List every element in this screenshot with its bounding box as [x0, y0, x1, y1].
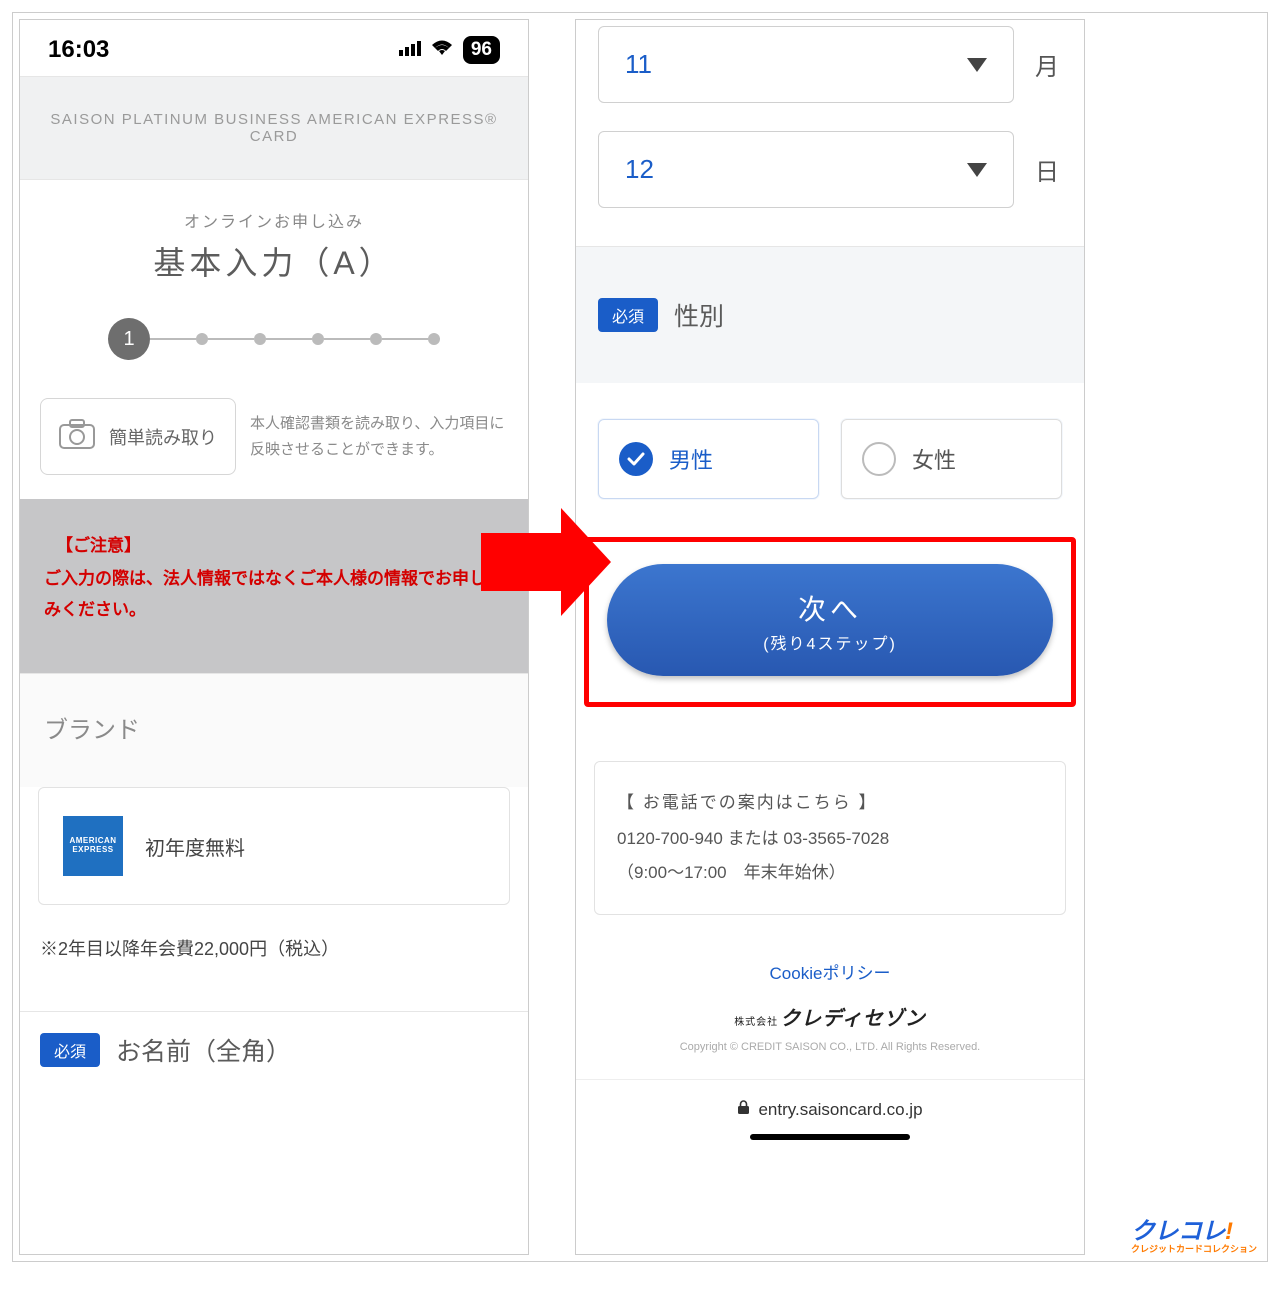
signal-icon [399, 39, 421, 62]
step-dot [254, 333, 266, 345]
online-title: 基本入力（A） [30, 238, 518, 284]
brand-fee-text: 初年度無料 [145, 832, 245, 861]
status-time: 16:03 [48, 36, 109, 64]
notice-box: 【ご注意】 ご入力の際は、法人情報ではなくご本人様の情報でお申し込みください。 [20, 499, 528, 673]
chevron-down-icon [967, 58, 987, 72]
amex-logo-icon: AMERICANEXPRESS [63, 816, 123, 876]
notice-title: 【ご注意】 [56, 531, 504, 556]
phone-info-line1: 0120-700-940 または 03-3565-7028 [617, 822, 1043, 856]
step-dot [428, 333, 440, 345]
step-current: 1 [108, 318, 150, 360]
home-indicator[interactable] [750, 1134, 910, 1140]
next-button[interactable]: 次へ (残り4ステップ) [607, 564, 1053, 676]
browser-url-bar[interactable]: entry.saisoncard.co.jp [576, 1079, 1084, 1128]
copyright-text: Copyright © CREDIT SAISON CO., LTD. All … [576, 1035, 1084, 1079]
brand-option[interactable]: AMERICANEXPRESS 初年度無料 [38, 787, 510, 905]
gender-female-label: 女性 [912, 443, 956, 475]
brand-fee-note: ※2年目以降年会費22,000円（税込） [20, 935, 528, 1011]
company-name: 株式会社クレディセゾン [576, 998, 1084, 1035]
day-select[interactable]: 12 [598, 131, 1014, 208]
gender-option-female[interactable]: 女性 [841, 419, 1062, 499]
gender-male-label: 男性 [669, 443, 713, 475]
phone-left: 16:03 96 SAISON PLATINUM BUSINESS AMERIC… [19, 19, 529, 1255]
url-text: entry.saisoncard.co.jp [758, 1100, 922, 1120]
phone-info-title: 【 お電話での案内はこちら 】 [617, 786, 1043, 820]
day-value: 12 [625, 154, 654, 185]
step-dot [370, 333, 382, 345]
chevron-down-icon [967, 163, 987, 177]
progress-stepper: 1 [20, 318, 528, 360]
month-value: 11 [625, 49, 652, 80]
battery-badge: 96 [463, 36, 500, 64]
wifi-icon [431, 39, 453, 62]
phone-info-line2: （9:00〜17:00 年末年始休） [617, 856, 1043, 890]
scan-button-label: 簡単読み取り [109, 424, 217, 450]
month-select[interactable]: 11 [598, 26, 1014, 103]
phone-right: 11 月 12 日 必須 性別 男性 女性 [575, 19, 1085, 1255]
red-arrow-icon [481, 507, 611, 617]
name-field-label: お名前（全角） [116, 1032, 291, 1068]
gender-option-male[interactable]: 男性 [598, 419, 819, 499]
required-badge: 必須 [598, 298, 658, 332]
month-unit: 月 [1032, 47, 1062, 82]
day-unit: 日 [1032, 152, 1062, 187]
cookie-policy-link[interactable]: Cookieポリシー [576, 935, 1084, 998]
gender-field-label: 性別 [674, 297, 724, 333]
lock-icon [737, 1100, 750, 1120]
form-heading: オンラインお申し込み 基本入力（A） [20, 180, 528, 302]
name-field-header: 必須 お名前（全角） [20, 1011, 528, 1080]
scan-description: 本人確認書類を読み取り、入力項目に反映させることができます。 [250, 411, 508, 462]
step-dot [312, 333, 324, 345]
watermark-logo: クレコレ! クレジットカードコレクション [1131, 1211, 1257, 1255]
status-bar: 16:03 96 [20, 20, 528, 76]
brand-section-header: ブランド [20, 673, 528, 787]
radio-empty-icon [862, 442, 896, 476]
card-title: SAISON PLATINUM BUSINESS AMERICAN EXPRES… [20, 76, 528, 180]
phone-contact-info: 【 お電話での案内はこちら 】 0120-700-940 または 03-3565… [594, 761, 1066, 915]
scan-button[interactable]: 簡単読み取り [40, 398, 236, 475]
online-subtitle: オンラインお申し込み [30, 208, 518, 232]
next-button-label: 次へ [617, 588, 1043, 628]
camera-icon [59, 419, 95, 454]
gender-section-header: 必須 性別 [576, 246, 1084, 383]
next-button-sublabel: (残り4ステップ) [617, 630, 1043, 654]
step-dot [196, 333, 208, 345]
checkmark-icon [619, 442, 653, 476]
notice-body: ご入力の際は、法人情報ではなくご本人様の情報でお申し込みください。 [44, 564, 504, 625]
next-button-highlight: 次へ (残り4ステップ) [584, 537, 1076, 707]
required-badge: 必須 [40, 1033, 100, 1067]
